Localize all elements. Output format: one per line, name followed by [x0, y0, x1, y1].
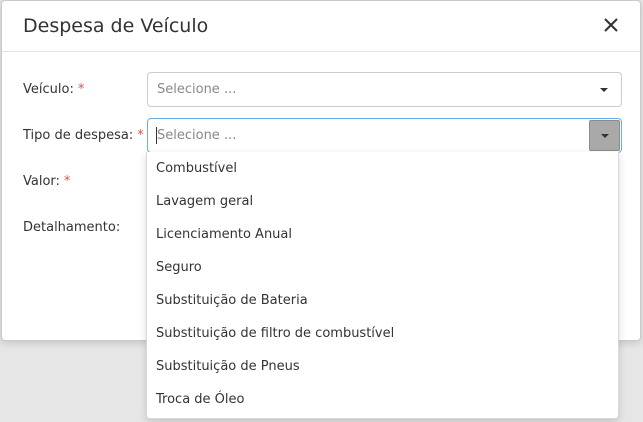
- dropdown-option[interactable]: Seguro: [147, 251, 618, 284]
- required-mark: *: [77, 82, 85, 97]
- close-icon: [604, 18, 618, 32]
- dropdown-option[interactable]: Combustível: [147, 152, 618, 185]
- expense-type-row: Tipo de despesa: * Selecione ...: [2, 118, 640, 154]
- details-label: Detalhamento:: [23, 220, 121, 235]
- dropdown-option[interactable]: Substituição de filtro de combustível: [147, 317, 618, 350]
- required-mark: *: [63, 174, 71, 189]
- dropdown-option[interactable]: Substituição de Pneus: [147, 350, 618, 383]
- vehicle-select-placeholder: Selecione ...: [157, 82, 237, 97]
- modal-header: Despesa de Veículo: [2, 1, 640, 52]
- dropdown-option[interactable]: Substituição de Bateria: [147, 284, 618, 317]
- dropdown-toggle-button[interactable]: [589, 120, 620, 151]
- expense-type-select[interactable]: Selecione ...: [147, 118, 622, 153]
- dropdown-option[interactable]: Troca de Óleo: [147, 383, 618, 416]
- value-label: Valor: *: [23, 174, 71, 189]
- dropdown-option[interactable]: Licenciamento Anual: [147, 218, 618, 251]
- chevron-down-icon: [600, 88, 608, 92]
- modal-title: Despesa de Veículo: [23, 15, 209, 37]
- dropdown-option[interactable]: Lavagem geral: [147, 185, 618, 218]
- vehicle-label: Veículo: *: [23, 82, 85, 97]
- vehicle-row: Veículo: * Selecione ...: [2, 72, 640, 108]
- expense-type-label: Tipo de despesa: *: [23, 128, 144, 143]
- close-button[interactable]: [600, 14, 622, 36]
- chevron-down-icon: [601, 134, 609, 138]
- vehicle-select[interactable]: Selecione ...: [147, 72, 622, 107]
- expense-type-select-placeholder: Selecione ...: [157, 128, 237, 143]
- expense-type-dropdown: Combustível Lavagem geral Licenciamento …: [146, 152, 619, 419]
- required-mark: *: [137, 128, 144, 143]
